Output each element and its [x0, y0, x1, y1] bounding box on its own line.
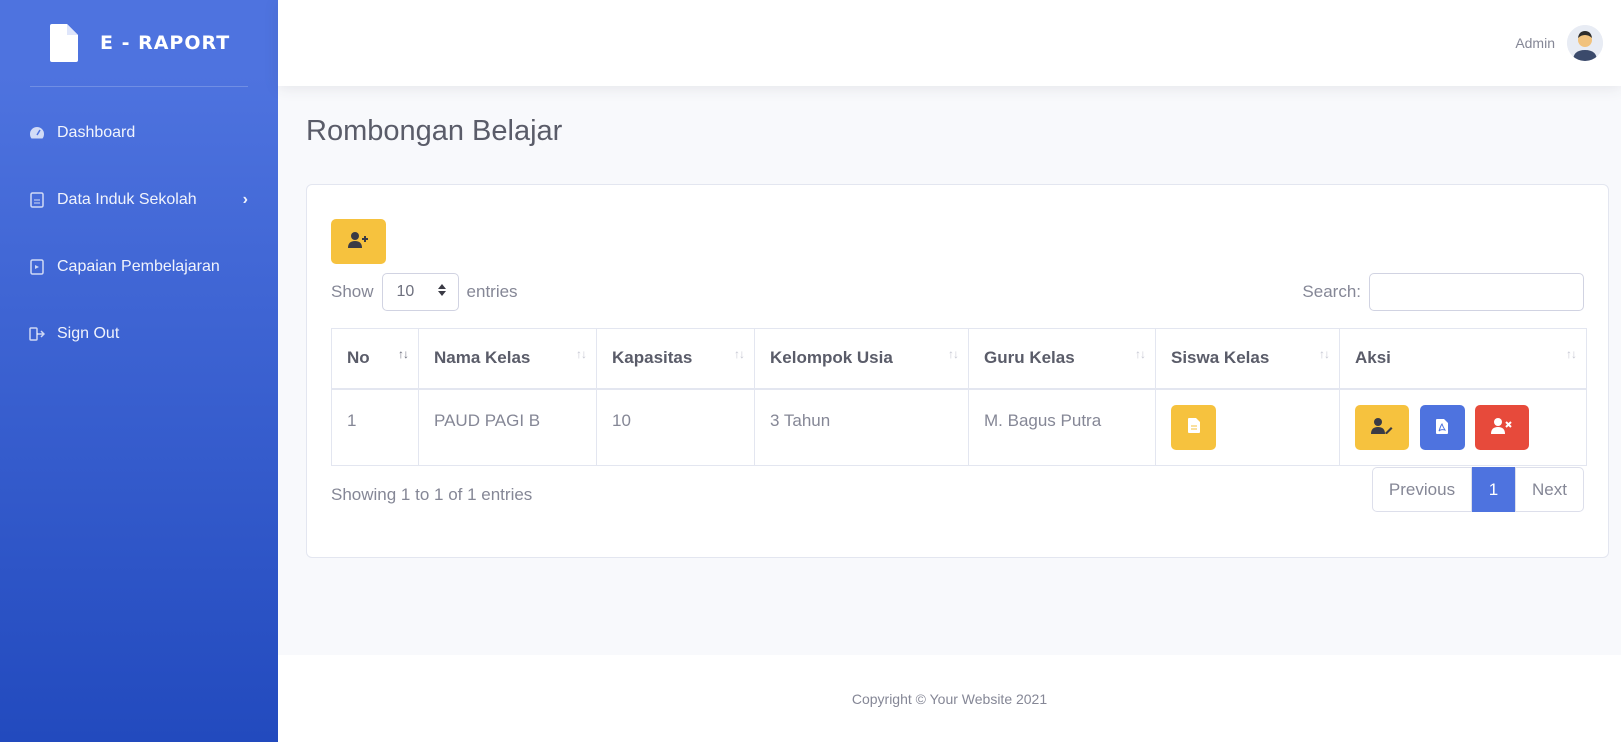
entries-label: entries [466, 282, 518, 301]
sidebar-item-dashboard[interactable]: Dashboard [0, 99, 278, 166]
siswa-kelas-button[interactable] [1171, 404, 1216, 450]
sort-icon: ↑↓ [1566, 347, 1577, 361]
sort-icon: ↑↓ [398, 347, 409, 361]
sort-icon: ↑↓ [734, 347, 745, 361]
chevron-right-icon: › [242, 190, 248, 208]
sort-icon: ↑↓ [1319, 347, 1330, 361]
column-header-label: Aksi [1355, 348, 1391, 368]
file-icon [1187, 418, 1200, 436]
file-icon [29, 258, 45, 275]
column-header-label: Kapasitas [612, 348, 693, 368]
sidebar-item-label: Dashboard [57, 123, 136, 141]
search-input[interactable] [1369, 273, 1584, 311]
sort-icon: ↑↓ [948, 347, 959, 361]
column-header-label: No [347, 348, 370, 368]
pagination-page[interactable]: 1 [1472, 467, 1515, 512]
column-header-guru-kelas[interactable]: Guru Kelas ↑↓ [968, 328, 1156, 390]
show-label: Show [331, 282, 374, 301]
cell-kelompok-usia: 3 Tahun [754, 388, 969, 466]
sort-icon: ↑↓ [576, 347, 587, 361]
page-title: Rombongan Belajar [306, 115, 563, 147]
cell-guru-kelas: M. Bagus Putra [968, 388, 1156, 466]
rombel-table: No ↑↓ Nama Kelas ↑↓ Kapasitas ↑↓ Kelompok U… [331, 328, 1587, 466]
file-icon [29, 191, 45, 208]
user-plus-icon [347, 232, 370, 251]
table-row: 1 PAUD PAGI B 10 3 Tahun M. Bagus Putra [331, 388, 1587, 466]
sidebar-item-data-induk-sekolah[interactable]: Data Induk Sekolah › [0, 166, 278, 233]
pagination: Previous 1 Next [1372, 467, 1584, 512]
add-rombel-button[interactable] [331, 219, 386, 264]
edit-button[interactable] [1355, 404, 1409, 450]
sidebar-item-capaian-pembelajaran[interactable]: Capaian Pembelajaran [0, 233, 278, 300]
sidebar-item-sign-out[interactable]: Sign Out [0, 300, 278, 367]
table-info: Showing 1 to 1 of 1 entries [331, 485, 533, 504]
sidebar: E - RAPORT Dashboard Data Induk Sekolah … [0, 0, 278, 742]
cell-aksi [1339, 388, 1587, 466]
column-header-label: Kelompok Usia [770, 348, 893, 368]
brand-name: E - RAPORT [100, 32, 231, 54]
entries-select-value: 10 [396, 283, 415, 300]
footer: Copyright © Your Website 2021 [278, 655, 1621, 742]
table-header-row: No ↑↓ Nama Kelas ↑↓ Kapasitas ↑↓ Kelompok U… [331, 328, 1587, 390]
column-header-label: Guru Kelas [984, 348, 1075, 368]
pagination-next[interactable]: Next [1515, 467, 1584, 512]
sidebar-item-label: Sign Out [57, 324, 120, 342]
user-edit-icon [1371, 417, 1393, 437]
sort-icon: ↑↓ [1135, 347, 1146, 361]
sidebar-nav: Dashboard Data Induk Sekolah › Capaian P… [0, 87, 278, 367]
delete-button[interactable] [1475, 404, 1530, 450]
pdf-button[interactable] [1419, 405, 1465, 450]
brand[interactable]: E - RAPORT [0, 0, 278, 86]
select-arrows-icon [437, 283, 446, 301]
length-control: Show 10 entries [331, 273, 518, 311]
copyright-text: Copyright © Your Website 2021 [851, 690, 1048, 707]
data-card: Show 10 entries Search: No ↑↓ Nama Kelas ↑… [306, 184, 1609, 558]
sign-out-icon [29, 326, 45, 342]
cell-siswa-kelas [1155, 388, 1340, 466]
column-header-no[interactable]: No ↑↓ [331, 328, 419, 390]
column-header-siswa-kelas[interactable]: Siswa Kelas ↑↓ [1155, 328, 1340, 390]
user-name[interactable]: Admin [1515, 35, 1555, 51]
cell-nama-kelas: PAUD PAGI B [418, 388, 597, 466]
file-icon [50, 24, 78, 62]
column-header-kelompok-usia[interactable]: Kelompok Usia ↑↓ [754, 328, 969, 390]
search-control: Search: [1302, 273, 1584, 311]
cell-kapasitas: 10 [596, 388, 755, 466]
file-pdf-icon [1436, 418, 1449, 437]
sidebar-item-label: Data Induk Sekolah [57, 190, 197, 208]
column-header-label: Nama Kelas [434, 348, 531, 368]
topbar: Admin [278, 0, 1621, 86]
column-header-aksi[interactable]: Aksi ↑↓ [1339, 328, 1587, 390]
gauge-icon [29, 125, 45, 141]
pagination-previous[interactable]: Previous [1372, 467, 1472, 512]
sidebar-item-label: Capaian Pembelajaran [57, 257, 220, 275]
cell-no: 1 [331, 388, 419, 466]
column-header-nama-kelas[interactable]: Nama Kelas ↑↓ [418, 328, 597, 390]
column-header-kapasitas[interactable]: Kapasitas ↑↓ [596, 328, 755, 390]
entries-select[interactable]: 10 [381, 273, 459, 311]
search-label: Search: [1302, 282, 1361, 301]
column-header-label: Siswa Kelas [1171, 348, 1270, 368]
avatar[interactable] [1567, 25, 1603, 61]
user-times-icon [1491, 417, 1513, 437]
